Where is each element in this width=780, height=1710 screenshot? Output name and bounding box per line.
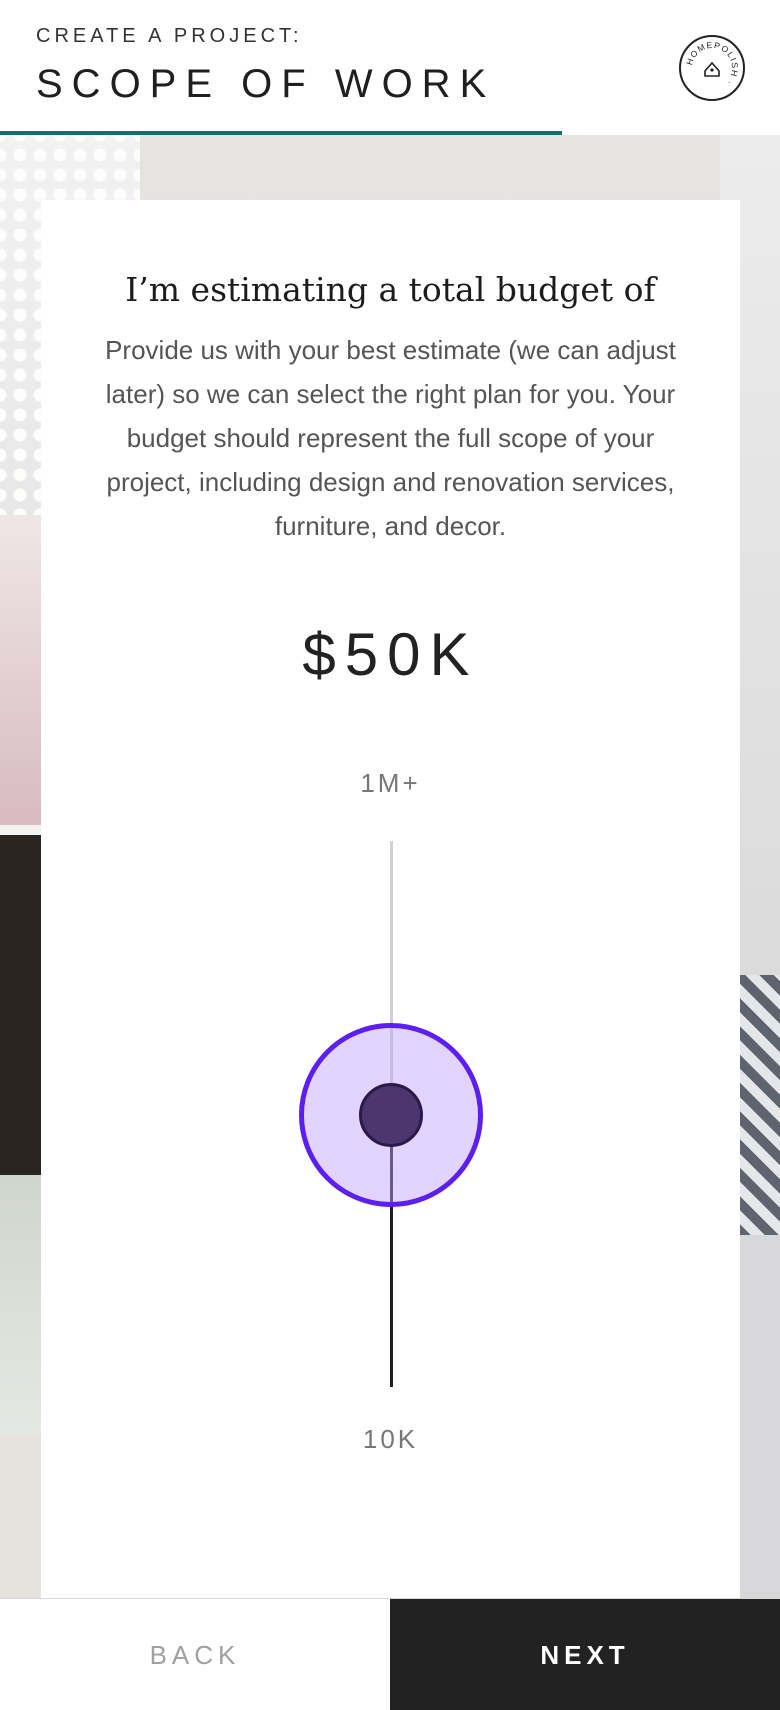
page-title: SCOPE OF WORK <box>36 62 496 106</box>
footer: BACK NEXT <box>0 1598 780 1710</box>
header: CREATE A PROJECT: SCOPE OF WORK HOMEPOLI… <box>0 0 780 134</box>
slider-min-label: 10K <box>362 1424 419 1454</box>
header-eyebrow: CREATE A PROJECT: <box>36 25 303 47</box>
budget-amount: $50K <box>302 621 479 688</box>
slider-max-label: 1M+ <box>360 768 421 798</box>
card-heading: I’m estimating a total budget of <box>125 270 656 309</box>
slider-thumb[interactable] <box>359 1083 423 1147</box>
card-description: Provide us with your best estimate (we c… <box>105 335 676 541</box>
back-button[interactable]: BACK <box>0 1599 390 1710</box>
budget-card: I’m estimating a total budget of Provide… <box>41 200 740 1599</box>
next-button[interactable]: NEXT <box>390 1599 780 1710</box>
homepolish-logo-icon: HOMEPOLISH · <box>679 35 745 101</box>
